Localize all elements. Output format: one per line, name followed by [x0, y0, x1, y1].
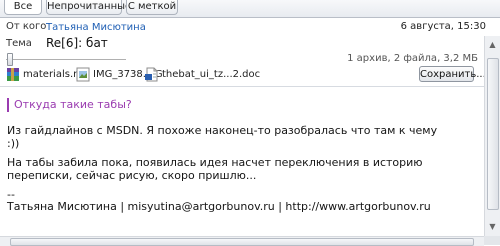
- subject-label: Тема: [6, 38, 32, 49]
- signature-line: Татьяна Мисютина | misyutina@artgorbunov…: [7, 200, 431, 213]
- tab-all[interactable]: Все: [4, 0, 42, 15]
- vertical-scrollbar[interactable]: ▲ ▼: [484, 36, 500, 236]
- from-label: От кого: [6, 21, 47, 32]
- header-slider-handle[interactable]: [7, 53, 13, 66]
- attachment-name: thebat_ui_tz...2.doc: [162, 68, 261, 80]
- body-line: На табы забила пока, появилась идея насч…: [7, 156, 423, 169]
- scroll-up-icon[interactable]: ▲: [488, 40, 497, 49]
- save-attachments-button[interactable]: Сохранить...: [419, 66, 486, 82]
- filter-tabbar: Все Непрочитанные С меткой: [0, 0, 500, 18]
- vertical-scroll-thumb[interactable]: [487, 58, 499, 210]
- scroll-corner: [484, 236, 500, 245]
- message-date: 6 августа, 15:30: [400, 21, 486, 32]
- scroll-down-icon[interactable]: ▼: [488, 222, 497, 231]
- quoted-text: Откуда такие табы?: [7, 98, 132, 112]
- rar-archive-icon: [7, 67, 19, 81]
- message-subject: Re[6]: бат: [46, 36, 108, 50]
- tab-unread[interactable]: Непрочитанные: [46, 0, 131, 15]
- attachment-item[interactable]: thebat_ui_tz...2.doc: [145, 66, 260, 82]
- body-line: Из гайдлайнов с MSDN. Я похоже наконец-т…: [7, 124, 438, 137]
- body-line: переписки, сейчас рисую, скоро пришлю...: [7, 169, 257, 182]
- body-line: :)): [7, 137, 20, 150]
- image-file-icon: [76, 67, 90, 81]
- attachments-summary: 1 архив, 2 файла, 3,2 МБ: [347, 53, 478, 64]
- tab-flagged[interactable]: С меткой: [126, 0, 178, 15]
- header-divider: [0, 86, 484, 87]
- sender-name-link[interactable]: Татьяна Мисютина: [46, 22, 146, 33]
- doc-file-icon: [145, 67, 158, 81]
- header-slider-track: [6, 59, 126, 60]
